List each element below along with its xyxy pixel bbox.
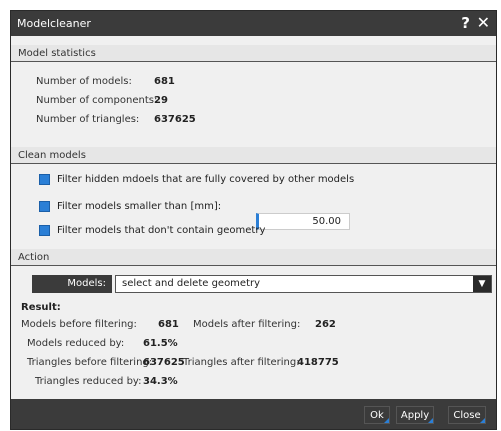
stat-label: Number of components:: [36, 95, 158, 106]
result-value: 418775: [297, 357, 339, 368]
section-header: Clean models: [18, 150, 86, 161]
stat-value: 29: [154, 95, 168, 106]
section-header: Action: [18, 252, 50, 263]
checkbox-label: Filter models smaller than [mm]:: [57, 201, 222, 212]
result-value: 61.5%: [143, 338, 178, 349]
result-tris-reduced: Triangles reduced by: 34.3%: [35, 376, 178, 387]
result-title: Result:: [21, 302, 61, 313]
checkbox-box[interactable]: [39, 225, 50, 236]
result-tris-before: Triangles before filtering: 637625: [27, 357, 185, 368]
close-button[interactable]: Close: [448, 406, 486, 424]
button-bar: Ok Apply Close: [11, 399, 496, 429]
result-models-before: Models before filtering: 681: [21, 319, 179, 330]
action-select[interactable]: select and delete geometry ▼: [115, 275, 492, 293]
stat-components: Number of components: 29: [36, 95, 168, 106]
result-tris-after: Triangles after filtering: 418775: [183, 357, 339, 368]
result-value: 681: [158, 319, 179, 330]
stat-value: 637625: [154, 114, 196, 125]
section-model-statistics: Model statistics: [11, 45, 496, 62]
checkbox-box[interactable]: [39, 174, 50, 185]
stat-value: 681: [154, 76, 175, 87]
section-header: Model statistics: [18, 48, 96, 59]
models-label: Models:: [32, 275, 112, 293]
size-threshold-input[interactable]: 50.00: [256, 213, 350, 230]
section-clean-models: Clean models: [11, 147, 496, 164]
stat-label: Number of models:: [36, 76, 132, 87]
result-value: 262: [315, 319, 336, 330]
apply-button[interactable]: Apply: [396, 406, 434, 424]
stat-models: Number of models: 681: [36, 76, 175, 87]
checkbox-label: Filter hidden mdoels that are fully cove…: [57, 174, 355, 185]
result-value: 637625: [143, 357, 185, 368]
close-icon[interactable]: ✕: [477, 13, 490, 32]
result-models-after: Models after filtering: 262: [193, 319, 336, 330]
checkbox-label: Filter models that don't contain geometr…: [57, 225, 266, 236]
result-label: Models reduced by:: [27, 338, 125, 349]
result-label: Triangles after filtering:: [183, 357, 300, 368]
result-label: Models after filtering:: [193, 319, 301, 330]
title-bar[interactable]: Modelcleaner ? ✕: [11, 11, 496, 36]
ok-button[interactable]: Ok: [364, 406, 390, 424]
stat-triangles: Number of triangles: 637625: [36, 114, 196, 125]
action-select-value: select and delete geometry: [122, 278, 261, 289]
result-label: Triangles before filtering:: [27, 357, 153, 368]
stat-label: Number of triangles:: [36, 114, 140, 125]
result-models-reduced: Models reduced by: 61.5%: [27, 338, 178, 349]
result-label: Models before filtering:: [21, 319, 137, 330]
chevron-down-icon[interactable]: ▼: [473, 276, 491, 292]
window-title: Modelcleaner: [17, 17, 91, 30]
modelcleaner-dialog: Modelcleaner ? ✕ Model statistics Number…: [10, 10, 497, 430]
help-icon[interactable]: ?: [461, 14, 470, 32]
section-action: Action: [11, 249, 496, 266]
result-label: Triangles reduced by:: [35, 376, 142, 387]
checkbox-box[interactable]: [39, 201, 50, 212]
result-value: 34.3%: [143, 376, 178, 387]
